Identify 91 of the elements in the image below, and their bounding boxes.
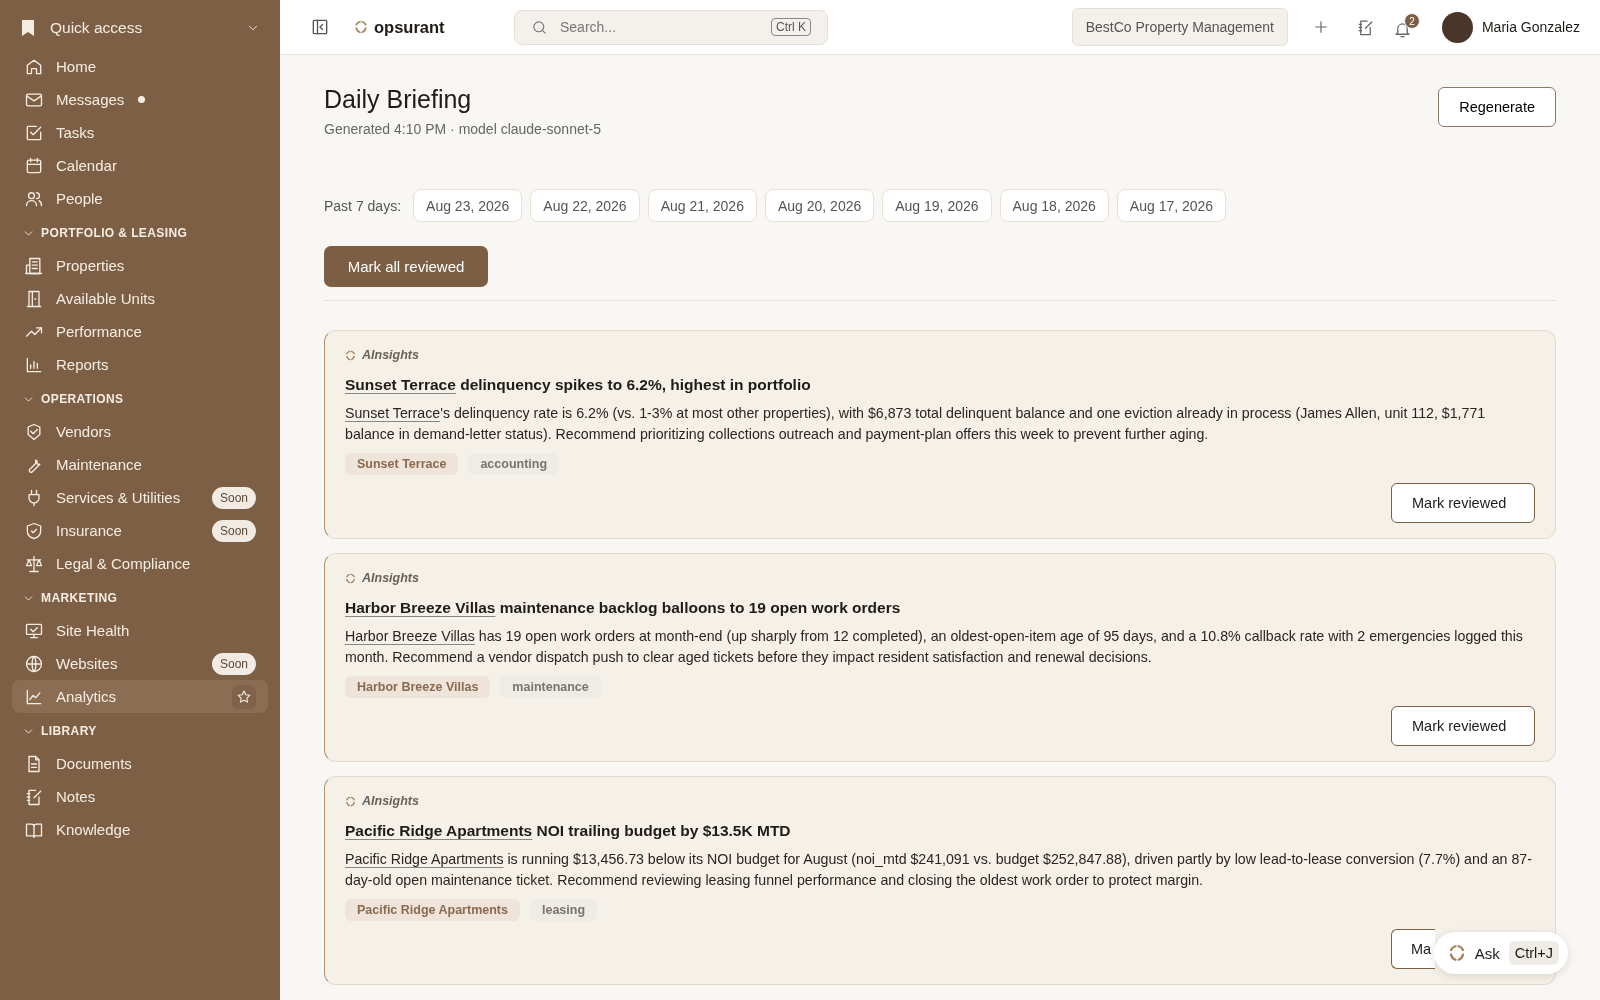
sidebar-item[interactable]: Performance bbox=[12, 315, 268, 348]
logo-icon bbox=[354, 20, 368, 34]
logo-icon bbox=[345, 795, 356, 807]
sidebar-item[interactable]: Site Health bbox=[12, 614, 268, 647]
source-label: AInsights bbox=[362, 571, 419, 585]
soon-badge: Soon bbox=[211, 486, 256, 509]
page-subtitle: Generated 4:10 PM · model claude-sonnet-5 bbox=[324, 121, 602, 137]
property-link[interactable]: Pacific Ridge Apartments bbox=[345, 822, 533, 839]
quick-access-header[interactable]: Quick access bbox=[12, 10, 268, 46]
user-name[interactable]: Maria Gonzalez bbox=[1481, 19, 1580, 35]
sidebar-item[interactable]: Tasks bbox=[12, 116, 268, 149]
star-icon bbox=[236, 688, 252, 705]
source-label: AInsights bbox=[362, 348, 419, 362]
sidebar-item[interactable]: Properties bbox=[12, 249, 268, 282]
logo-icon bbox=[345, 572, 356, 584]
favorite-button[interactable] bbox=[232, 684, 256, 709]
tag: leasing bbox=[529, 899, 598, 921]
date-chip[interactable]: Aug 17, 2026 bbox=[1116, 189, 1227, 222]
search-input[interactable]: Search... bbox=[558, 18, 761, 36]
shield-check-icon bbox=[24, 520, 44, 541]
search-icon bbox=[531, 18, 548, 36]
regenerate-button[interactable]: Regenerate bbox=[1438, 87, 1556, 127]
date-chip[interactable]: Aug 23, 2026 bbox=[413, 189, 523, 222]
bookmark-icon bbox=[20, 19, 36, 37]
notification-count: 2 bbox=[1403, 13, 1420, 29]
mark-reviewed-button[interactable]: Mark reviewed bbox=[1391, 483, 1535, 523]
sidebar-item[interactable]: Insurance Soon bbox=[12, 514, 268, 547]
insight-title: Harbor Breeze Villas maintenance backlog balloons to 19 open work orders bbox=[345, 599, 902, 617]
tag: maintenance bbox=[500, 676, 601, 698]
sidebar-item[interactable]: Available Units bbox=[12, 282, 268, 315]
sidebar-item[interactable]: Services & Utilities Soon bbox=[12, 481, 268, 514]
shortcut-hint: Ctrl+J bbox=[1508, 941, 1559, 965]
organization-button[interactable]: BestCo Property Management bbox=[1071, 8, 1288, 46]
section-header[interactable]: LIBRARY bbox=[12, 715, 268, 747]
property-link[interactable]: Harbor Breeze Villas bbox=[345, 628, 475, 644]
sidebar-item[interactable]: Analytics bbox=[12, 680, 268, 713]
date-chip[interactable]: Aug 18, 2026 bbox=[999, 189, 1109, 222]
sidebar-item[interactable]: Websites Soon bbox=[12, 647, 268, 680]
date-chip[interactable]: Aug 21, 2026 bbox=[647, 189, 757, 222]
insight-title: Pacific Ridge Apartments NOI trailing budget by $13.5K MTD bbox=[345, 822, 792, 840]
soon-badge: Soon bbox=[211, 652, 256, 675]
sidebar-item[interactable]: Knowledge bbox=[12, 813, 268, 846]
search-field[interactable]: Search... Ctrl K bbox=[514, 9, 828, 45]
sidebar-toggle-icon bbox=[310, 17, 330, 37]
sidebar-item[interactable]: Maintenance bbox=[12, 448, 268, 481]
shortcut-hint: Ctrl K bbox=[771, 18, 811, 36]
page-title: Daily Briefing bbox=[324, 85, 473, 114]
date-chip[interactable]: Aug 19, 2026 bbox=[882, 189, 992, 222]
mark-reviewed-button[interactable]: Ma bbox=[1391, 929, 1435, 969]
dates-label: Past 7 days: bbox=[324, 197, 402, 214]
property-link[interactable]: Sunset Terrace bbox=[345, 376, 456, 393]
sidebar-item[interactable]: People bbox=[12, 182, 268, 215]
door-icon bbox=[24, 288, 44, 309]
tag: Harbor Breeze Villas bbox=[345, 676, 491, 698]
property-link[interactable]: Harbor Breeze Villas bbox=[345, 599, 496, 616]
globe-icon bbox=[24, 653, 44, 674]
sidebar-item[interactable]: Home bbox=[12, 50, 268, 83]
tag: Sunset Terrace bbox=[345, 453, 459, 475]
insight-text: Pacific Ridge Apartments is running $13,456.73 below its NOI budget for August (noi_mtd $241,091 vs. budget $252,847.88), driven partly by low lead-to-lease conversion (7.7%) and an 87-day-old open maintenance ticket. Recommend reviewing leasing funnel performance and closing the oldest work order to protect margin. bbox=[345, 850, 1533, 890]
property-link[interactable]: Sunset Terrace bbox=[345, 405, 441, 421]
sidebar-item[interactable]: Calendar bbox=[12, 149, 268, 182]
brand-name: opsurant bbox=[374, 17, 445, 37]
sidebar-item[interactable]: Vendors bbox=[12, 415, 268, 448]
section-header[interactable]: PORTFOLIO & LEASING bbox=[12, 217, 268, 249]
scales-icon bbox=[24, 553, 44, 574]
insight-text: Sunset Terrace's delinquency rate is 6.2% (vs. 1-3% at most other properties), with $6,873 total delinquent balance and one eviction already in process (James Allen, unit 112, $1,771 balance in demand-letter status). Recommend prioritizing collections outreach and payment-plan offers this week to prevent further aging. bbox=[345, 404, 1487, 444]
section-header[interactable]: MARKETING bbox=[12, 582, 268, 614]
calendar-icon bbox=[24, 155, 44, 176]
tag: accounting bbox=[468, 453, 560, 475]
logo-icon bbox=[345, 349, 356, 361]
date-chip[interactable]: Aug 22, 2026 bbox=[530, 189, 640, 222]
section-header[interactable]: OPERATIONS bbox=[12, 383, 268, 415]
ask-button[interactable]: Ask Ctrl+J bbox=[1433, 932, 1568, 974]
date-chip[interactable]: Aug 20, 2026 bbox=[764, 189, 875, 222]
sidebar-item[interactable]: Notes bbox=[12, 780, 268, 813]
notifications-button[interactable]: 2 bbox=[1390, 13, 1420, 41]
property-link[interactable]: Pacific Ridge Apartments bbox=[345, 851, 504, 867]
mark-all-reviewed-button[interactable]: Mark all reviewed bbox=[324, 246, 488, 287]
sidebar-item[interactable]: Reports bbox=[12, 348, 268, 381]
soon-badge: Soon bbox=[211, 519, 256, 542]
building-icon bbox=[24, 255, 44, 276]
tag: Pacific Ridge Apartments bbox=[345, 899, 520, 921]
sidebar-item[interactable]: Legal & Compliance bbox=[12, 547, 268, 580]
logo-icon bbox=[1447, 944, 1466, 962]
sidebar-item[interactable]: Messages bbox=[12, 83, 268, 116]
mark-reviewed-button[interactable]: Mark reviewed bbox=[1391, 706, 1535, 746]
insight-text: Harbor Breeze Villas has 19 open work orders at month-end (up sharply from 12 completed), an oldest-open-item age of 95 days, and a 10.8% callback rate with 2 emergencies logged this month. Recommend a vendor dispatch push to clear aged tickets before they impact resident satisfaction and renewal decisions. bbox=[345, 627, 1524, 667]
avatar-icon[interactable] bbox=[1441, 11, 1473, 43]
source-label: AInsights bbox=[362, 794, 419, 808]
insight-title: Sunset Terrace delinquency spikes to 6.2%, highest in portfolio bbox=[345, 376, 812, 394]
sidebar-item[interactable]: Documents bbox=[12, 747, 268, 780]
